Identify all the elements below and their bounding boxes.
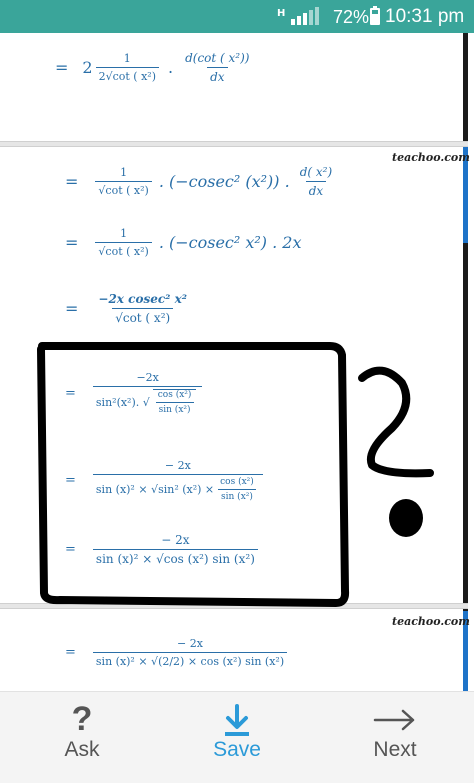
ask-label: Ask [64, 738, 100, 761]
battery-icon [370, 6, 380, 25]
clock: 10:31 pm [385, 6, 465, 27]
fraction: − 2x sin (x)² × √(2/2) × cos (x²) sin (x… [92, 637, 288, 668]
fraction: −2x cosec² x² √cot ( x²) [98, 292, 187, 325]
equals-sign: = [65, 385, 76, 401]
equals-sign: = [65, 542, 76, 557]
content-right-edge [463, 33, 468, 691]
equation-line-5: = −2x sin²(x²). √ cos (x²) sin (x²) [65, 371, 205, 415]
battery-percent: 72% [333, 7, 370, 27]
equation-line-4: = −2x cosec² x² √cot ( x²) [65, 292, 193, 325]
solution-content[interactable]: = 2 1 2√cot ( x²) . d(cot ( x²)) dx teac… [0, 33, 474, 691]
equals-sign: = [55, 58, 69, 77]
equals-sign: = [65, 645, 76, 660]
derivative-fraction: d(cot ( x²)) dx [185, 51, 250, 84]
equals-sign: = [65, 473, 76, 488]
derivative-fraction: d( x²) dx [299, 165, 333, 198]
section-divider [0, 141, 468, 147]
signal-icon [291, 7, 319, 25]
fraction: − 2x sin (x)² × √sin² (x²) × cos (x²) si… [92, 459, 263, 502]
next-button[interactable]: Next [335, 700, 455, 780]
watermark: teachoo.com [392, 151, 470, 164]
equation-line-2: = 1 √cot ( x²) . (−cosec² (x²)) . d( x²)… [65, 165, 338, 198]
equation-line-7: = − 2x sin (x)² × √cos (x²) sin (x²) [65, 533, 261, 566]
download-icon [177, 700, 297, 738]
fraction: − 2x sin (x)² × √cos (x²) sin (x²) [92, 533, 258, 566]
fraction: −2x sin²(x²). √ cos (x²) sin (x²) [92, 371, 203, 415]
status-bar: H 72% 10:31 pm [0, 0, 474, 33]
arrow-right-icon [335, 700, 455, 738]
equation-line-6: = − 2x sin (x)² × √sin² (x²) × cos (x²) … [65, 459, 266, 502]
coefficient: 2 [82, 58, 93, 77]
handwritten-annotation [37, 342, 434, 607]
network-type-label: H [277, 8, 286, 19]
battery-fill [372, 13, 378, 23]
save-button[interactable]: Save [177, 700, 297, 780]
equals-sign: = [65, 233, 79, 252]
question-mark-icon: ? [71, 700, 93, 738]
fraction: 1 2√cot ( x²) [95, 52, 159, 83]
question-mark-dot [389, 499, 423, 537]
next-label: Next [373, 738, 417, 761]
fraction: 1 √cot ( x²) [95, 227, 152, 258]
fraction: 1 √cot ( x²) [95, 166, 152, 197]
ask-button[interactable]: ? Ask [22, 700, 142, 780]
equals-sign: = [65, 299, 79, 318]
equation-line-1: = 2 1 2√cot ( x²) . d(cot ( x²)) dx [55, 51, 255, 84]
bottom-navigation: ? Ask Save Next [0, 691, 474, 783]
section-divider [0, 603, 468, 609]
save-label: Save [213, 738, 261, 761]
equation-line-3: = 1 √cot ( x²) . (−cosec² x²) . 2x [65, 227, 302, 258]
equation-line-8: = − 2x sin (x)² × √(2/2) × cos (x²) sin … [65, 637, 290, 668]
question-mark-stroke [358, 366, 434, 478]
equals-sign: = [65, 172, 79, 191]
watermark: teachoo.com [392, 615, 470, 628]
